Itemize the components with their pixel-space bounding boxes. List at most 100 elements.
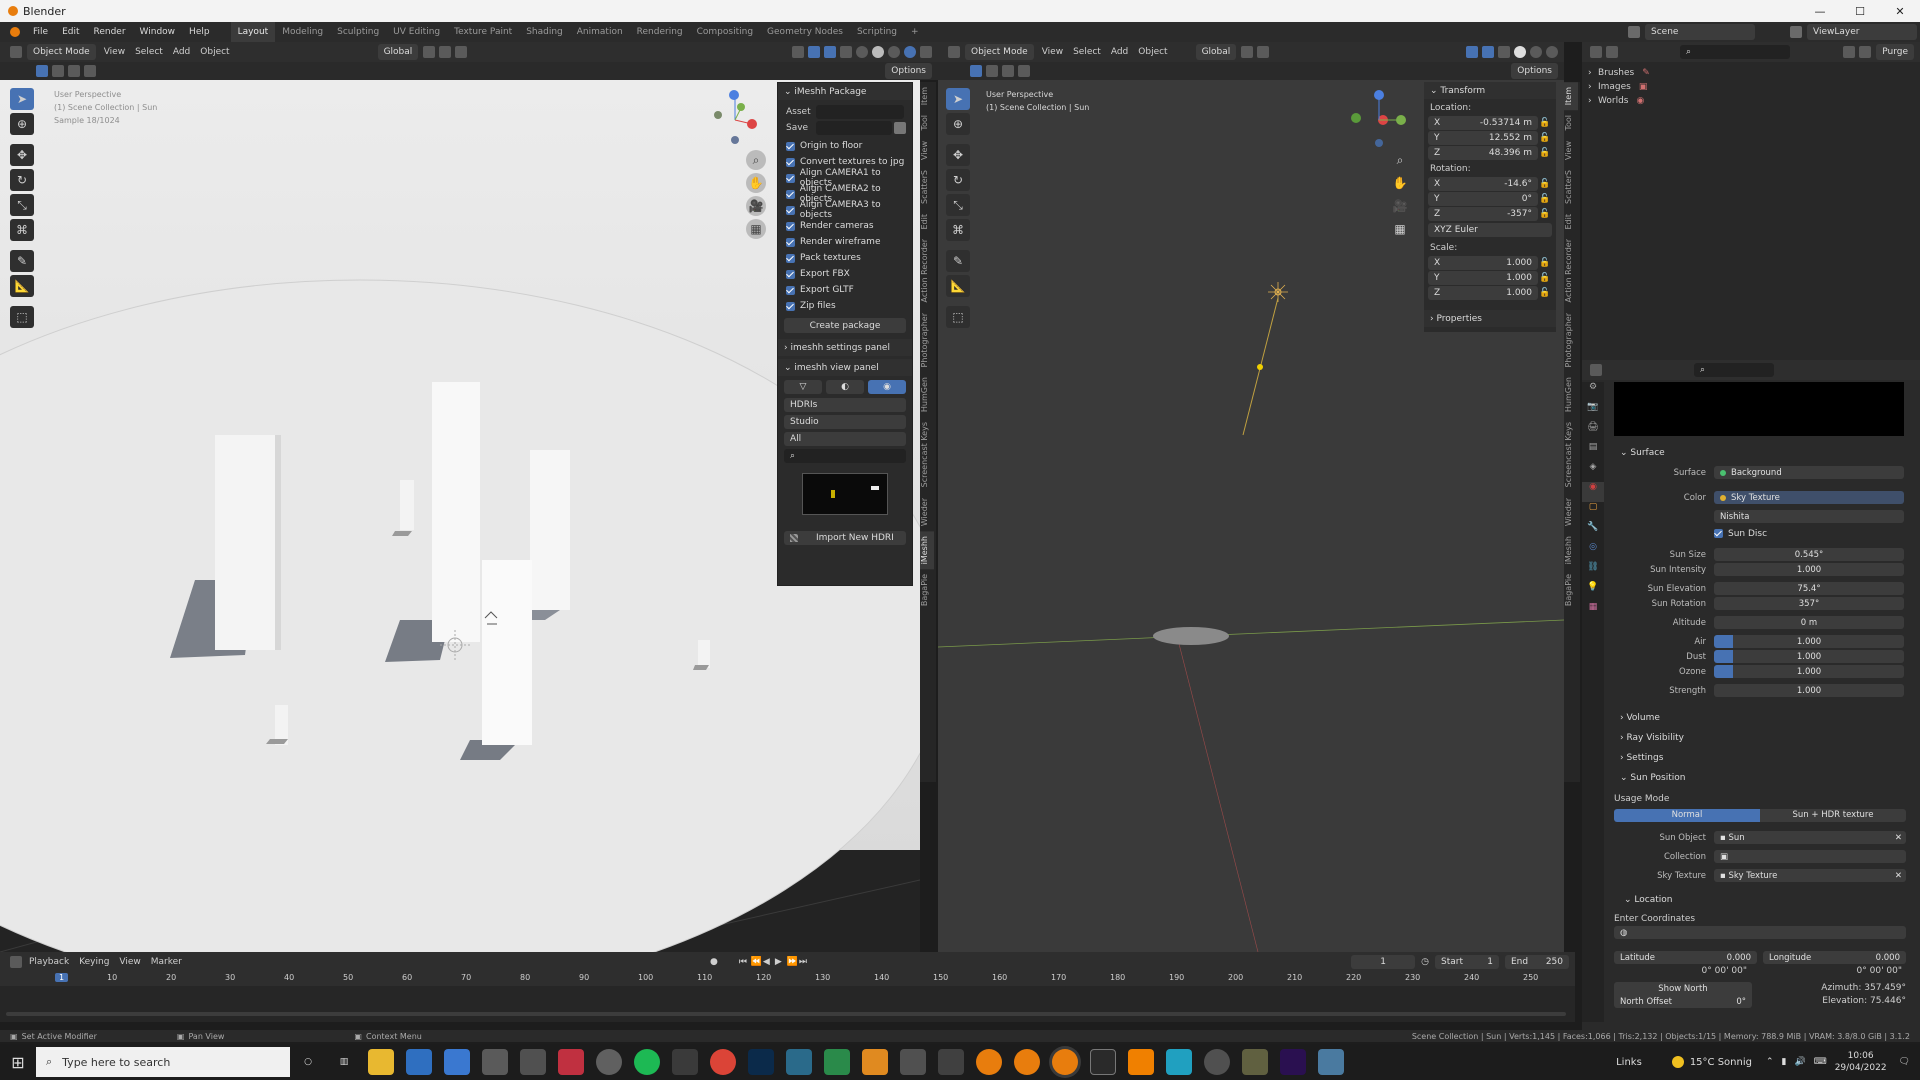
view-layer-icon[interactable] [1790, 26, 1802, 38]
cortana-icon[interactable]: ○ [290, 1057, 326, 1067]
right-material-shading-icon[interactable] [1530, 46, 1542, 58]
hdri-preview-thumbnail[interactable] [802, 473, 888, 515]
hdri-filter-dropdown[interactable]: All [784, 432, 906, 446]
select-mode-2-icon[interactable] [68, 65, 80, 77]
settings-section-header[interactable]: › Settings [1614, 748, 1916, 768]
tab-compositing[interactable]: Compositing [690, 22, 760, 42]
tab-sculpting[interactable]: Sculpting [330, 22, 386, 42]
select-tool-icon[interactable]: ➤ [10, 88, 34, 110]
left-add-menu[interactable]: Add [168, 42, 195, 62]
hdri-subcategory-dropdown[interactable]: Studio [784, 415, 906, 429]
links-toolbar[interactable]: Links [1616, 1057, 1642, 1068]
menu-help[interactable]: Help [182, 22, 217, 42]
taskbar-search-box[interactable]: ⌕ Type here to search [36, 1047, 290, 1077]
collection-field[interactable]: ▣ [1714, 850, 1906, 863]
scene-selector[interactable]: Scene [1645, 24, 1755, 40]
premiere-icon[interactable] [1280, 1049, 1306, 1075]
move-tool-icon[interactable]: ✥ [10, 144, 34, 166]
rotation-z-field[interactable]: Z -357° [1428, 206, 1538, 221]
right-overlay-icon[interactable] [1482, 46, 1494, 58]
minimize-icon[interactable]: — [1800, 5, 1840, 18]
app-icon-23[interactable] [1204, 1049, 1230, 1075]
right-camera-view-icon[interactable]: 🎥 [1390, 196, 1410, 216]
hdri-category-dropdown[interactable]: HDRIs [784, 398, 906, 412]
jump-start-icon[interactable]: ⏮ [739, 957, 751, 967]
hdri-search-input[interactable]: ⌕ [784, 449, 906, 463]
transform-header[interactable]: ⌄ Transform [1424, 82, 1556, 99]
rotation-mode-dropdown[interactable]: XYZ Euler [1428, 223, 1552, 237]
models-tab-icon[interactable]: ▽ [784, 380, 822, 394]
vtab-bagapie[interactable]: BagaPie [920, 569, 934, 611]
sun-intensity-field[interactable]: 1.000 [1714, 563, 1904, 576]
tab-shading[interactable]: Shading [519, 22, 570, 42]
tab-geometry-nodes[interactable]: Geometry Nodes [760, 22, 850, 42]
right-view-menu[interactable]: View [1037, 42, 1068, 62]
vtab-imeshh[interactable]: iMeshh [920, 530, 934, 570]
right-vtab-photographer[interactable]: Photographer [1564, 308, 1578, 372]
menu-file[interactable]: File [26, 22, 55, 42]
checkbox-pack-textures[interactable]: Pack textures [778, 250, 912, 266]
sun-elevation-field[interactable]: 75.4° [1714, 582, 1904, 595]
dust-slider[interactable]: 1.000 [1714, 650, 1904, 663]
record-icon[interactable]: ● [707, 957, 721, 967]
right-xray-icon[interactable] [1498, 46, 1510, 58]
outliner-editor-icon[interactable] [1590, 46, 1602, 58]
longitude-field[interactable]: Longitude 0.000 [1763, 951, 1906, 964]
right-vtab-humgen[interactable]: HumGen [1564, 372, 1578, 417]
right-ortho-toggle-icon[interactable]: ▦ [1390, 219, 1410, 239]
display-mode-icon[interactable] [1606, 46, 1618, 58]
checkbox-zip-files[interactable]: Zip files [778, 298, 912, 314]
chrome-icon[interactable] [710, 1049, 736, 1075]
app-icon-16[interactable] [938, 1049, 964, 1075]
color-input-field[interactable]: Sky Texture [1714, 491, 1904, 504]
select-mode-1-icon[interactable] [52, 65, 64, 77]
right-annotate-tool-icon[interactable]: ✎ [946, 250, 970, 272]
imeshh-settings-header[interactable]: › imeshh settings panel [778, 339, 912, 356]
strength-field[interactable]: 1.000 [1714, 684, 1904, 697]
close-icon[interactable]: ✕ [1880, 5, 1920, 18]
create-package-button[interactable]: Create package [784, 318, 906, 333]
right-select-mode-3-icon[interactable] [1018, 65, 1030, 77]
proportional-icon[interactable] [455, 46, 468, 58]
outliner-search-input[interactable]: ⌕ [1680, 45, 1790, 59]
ortho-toggle-icon[interactable]: ▦ [746, 219, 766, 239]
outlook-icon[interactable] [406, 1049, 432, 1075]
import-hdri-button[interactable]: Import New HDRI [784, 531, 906, 545]
constraint-tab-icon[interactable]: ⛓ [1582, 562, 1604, 582]
right-zoom-icon[interactable]: ⌕ [1390, 150, 1410, 170]
vtab-photographer[interactable]: Photographer [920, 308, 934, 372]
tab-animation[interactable]: Animation [570, 22, 630, 42]
right-pan-icon[interactable]: ✋ [1390, 173, 1410, 193]
scale-y-field[interactable]: Y 1.000 [1428, 270, 1538, 285]
app-icon-22[interactable] [1166, 1049, 1192, 1075]
vtab-screencast-keys[interactable]: Screencast Keys [920, 417, 934, 492]
world-tab-icon[interactable]: ◉ [1582, 482, 1604, 502]
asset-input[interactable] [816, 105, 904, 119]
right-measure-tool-icon[interactable]: 📐 [946, 275, 970, 297]
language-icon[interactable]: ⌨ [1814, 1057, 1827, 1067]
purge-button[interactable]: Purge [1876, 44, 1914, 60]
windows-start-icon[interactable]: ⊞ [0, 1053, 36, 1072]
calculator-icon[interactable] [520, 1049, 546, 1075]
right-vtab-view[interactable]: View [1564, 136, 1578, 165]
right-scale-tool-icon[interactable]: ⤡ [946, 194, 970, 216]
right-vtab-scatters[interactable]: ScatterS [1564, 165, 1578, 209]
view-layer-selector[interactable]: ViewLayer [1807, 24, 1917, 40]
coordinates-input[interactable]: ◍ [1614, 926, 1906, 939]
left-orientation-dropdown[interactable]: Global [377, 44, 419, 60]
left-mode-dropdown[interactable]: Object Mode [27, 44, 96, 60]
app-icon-6[interactable] [558, 1049, 584, 1075]
playback-menu[interactable]: Playback [24, 952, 74, 972]
properties-subpanel-header[interactable]: › Properties [1424, 310, 1556, 327]
properties-editor-icon[interactable] [1590, 364, 1602, 376]
add-cube-tool-icon[interactable]: ⬚ [10, 306, 34, 328]
right-select-mode-2-icon[interactable] [1002, 65, 1014, 77]
app-icon-13[interactable] [824, 1049, 850, 1075]
right-rendered-shading-icon[interactable] [1546, 46, 1558, 58]
location-x-field[interactable]: X -0.53714 m [1428, 115, 1538, 130]
volume-section-header[interactable]: › Volume [1614, 708, 1916, 728]
new-collection-icon[interactable] [1859, 46, 1872, 58]
checkbox-align-camera3[interactable]: Align CAMERA3 to objects [778, 200, 912, 220]
editor-type-icon[interactable] [10, 46, 22, 58]
menu-edit[interactable]: Edit [55, 22, 86, 42]
